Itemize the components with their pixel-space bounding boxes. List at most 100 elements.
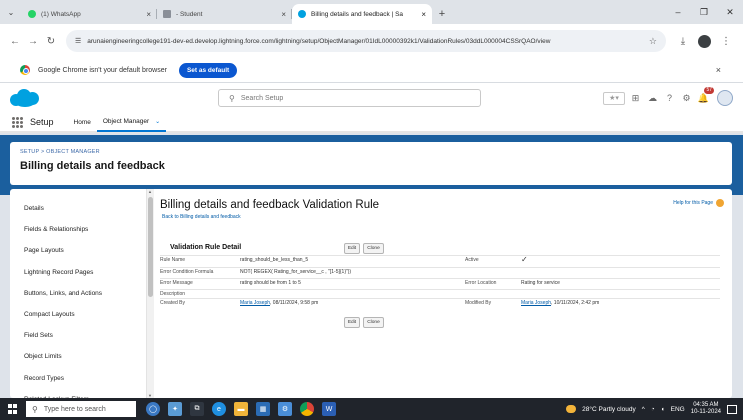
app-launcher-waffle-icon[interactable] xyxy=(12,116,23,128)
chevron-down-icon[interactable]: ⌄ xyxy=(155,118,160,125)
minimize-icon[interactable]: – xyxy=(665,7,691,17)
language-indicator[interactable]: ENG xyxy=(671,406,685,413)
divider xyxy=(160,255,720,256)
chrome-taskbar-icon[interactable] xyxy=(300,402,314,416)
close-tab-icon[interactable]: × xyxy=(281,10,286,19)
app-name: Setup xyxy=(30,117,54,127)
settings-app-icon[interactable]: ⚙ xyxy=(278,402,292,416)
sidebar-item-details[interactable]: Details xyxy=(10,198,146,219)
network-icon[interactable]: ◔ xyxy=(651,406,655,413)
help-icon[interactable] xyxy=(716,199,724,207)
created-by-user-link[interactable]: Maria Joseph xyxy=(240,300,270,306)
scrollbar-thumb[interactable] xyxy=(148,197,153,297)
student-favicon-icon xyxy=(163,10,171,18)
sidebar-scrollbar[interactable]: ▲ ▼ xyxy=(147,189,154,398)
address-bar: ← → ↻ ☰ arunaiengineeringcollege191-dev-… xyxy=(0,24,743,58)
taskbar-app-icons: ◯ ✦ ⧉ e ▬ ▦ ⚙ W xyxy=(146,402,336,416)
divider xyxy=(160,267,720,268)
weather-text[interactable]: 28°C Partly cloudy xyxy=(582,406,636,413)
sidebar-item-buttons-links-actions[interactable]: Buttons, Links, and Actions xyxy=(10,283,146,304)
nav-tab-object-manager[interactable]: Object Manager ⌄ xyxy=(96,112,167,132)
help-question-icon[interactable]: ? xyxy=(663,92,676,105)
store-icon[interactable]: ▦ xyxy=(256,402,270,416)
chrome-menu-icon[interactable]: ⋮ xyxy=(715,36,737,47)
scroll-up-arrow-icon[interactable]: ▲ xyxy=(148,189,152,194)
close-tab-icon[interactable]: × xyxy=(146,10,151,19)
volume-icon[interactable]: ◖ xyxy=(661,406,665,413)
setup-search-input[interactable]: ⚲ Search Setup xyxy=(218,89,481,107)
divider xyxy=(160,278,720,279)
search-placeholder: Search Setup xyxy=(240,94,284,102)
site-info-icon[interactable]: ☰ xyxy=(75,37,81,45)
windows-taskbar: ⚲ Type here to search ◯ ✦ ⧉ e ▬ ▦ ⚙ W 28… xyxy=(0,398,743,420)
browser-tab-strip: ⌄ (1) WhatsApp × - Student × Billing det… xyxy=(0,0,743,24)
browser-tab-billing[interactable]: Billing details and feedback | Sa × xyxy=(292,4,432,24)
tab-search-chevron-icon[interactable]: ⌄ xyxy=(0,0,22,24)
browser-tab-whatsapp[interactable]: (1) WhatsApp × xyxy=(22,4,157,24)
set-as-default-button[interactable]: Set as default xyxy=(178,62,238,78)
sidebar-item-page-layouts[interactable]: Page Layouts xyxy=(10,240,146,261)
weather-icon[interactable] xyxy=(566,405,577,413)
modified-by-user-link[interactable]: Maria Joseph xyxy=(521,300,551,306)
nav-tab-home[interactable]: Home xyxy=(68,112,97,132)
close-infobar-icon[interactable]: × xyxy=(716,65,721,75)
tray-overflow-chevron-icon[interactable]: ^ xyxy=(642,406,645,413)
clone-button-top[interactable]: Clone xyxy=(363,243,384,254)
search-icon: ⚲ xyxy=(32,404,38,414)
cortana-icon[interactable]: ◯ xyxy=(146,402,160,416)
reload-icon[interactable]: ↻ xyxy=(42,36,60,47)
forward-arrow-icon[interactable]: → xyxy=(24,36,42,47)
created-by-value: Maria Joseph, 08/11/2024, 9:58 pm xyxy=(240,300,318,306)
trailhead-icon[interactable]: ☁ xyxy=(646,92,659,105)
bookmark-star-icon[interactable]: ☆ xyxy=(649,36,657,47)
sidebar-item-field-sets[interactable]: Field Sets xyxy=(10,325,146,346)
setup-gear-icon[interactable]: ⚙ xyxy=(680,92,693,105)
setup-nav-bar: Setup Home Object Manager ⌄ xyxy=(0,113,743,133)
object-header: SETUP > OBJECT MANAGER Billing details a… xyxy=(10,142,732,185)
default-browser-infobar: Google Chrome isn't your default browser… xyxy=(0,58,743,83)
taskbar-search-input[interactable]: ⚲ Type here to search xyxy=(26,401,136,417)
edit-button-top[interactable]: Edit xyxy=(344,243,360,254)
sidebar-item-fields-relationships[interactable]: Fields & Relationships xyxy=(10,219,146,240)
file-explorer-icon[interactable]: ▬ xyxy=(234,402,248,416)
maximize-icon[interactable]: ❐ xyxy=(691,7,717,18)
new-tab-plus-icon[interactable]: + xyxy=(432,4,452,24)
help-for-this-page-link[interactable]: Help for this Page xyxy=(673,199,724,207)
notification-center-icon[interactable] xyxy=(727,404,737,414)
back-to-object-link[interactable]: Back to Billing details and feedback xyxy=(162,214,241,220)
salesforce-favicon-icon xyxy=(298,10,306,18)
close-tab-icon[interactable]: × xyxy=(421,10,426,19)
favorites-star-icon[interactable]: ★▾ xyxy=(603,91,625,105)
sidebar-item-related-lookup-filters[interactable]: Related Lookup Filters xyxy=(10,389,146,398)
back-arrow-icon[interactable]: ← xyxy=(6,36,24,47)
breadcrumb[interactable]: SETUP > OBJECT MANAGER xyxy=(20,149,722,155)
task-view-icon[interactable]: ⧉ xyxy=(190,402,204,416)
detail-row-audit: Created By Maria Joseph, 08/11/2024, 9:5… xyxy=(160,300,730,310)
profile-avatar-icon[interactable] xyxy=(698,34,711,48)
validation-rule-title: Billing details and feedback Validation … xyxy=(160,199,380,211)
sidebar-item-record-types[interactable]: Record Types xyxy=(10,368,146,389)
tab-label: (1) WhatsApp xyxy=(41,10,81,18)
notification-bell-icon[interactable]: 🔔 57 xyxy=(697,86,714,105)
url-omnibox[interactable]: ☰ arunaiengineeringcollege191-dev-ed.dev… xyxy=(66,30,666,52)
user-avatar[interactable] xyxy=(717,90,733,106)
sidebar-item-lightning-record-pages[interactable]: Lightning Record Pages xyxy=(10,262,146,283)
close-window-icon[interactable]: ✕ xyxy=(717,7,743,18)
error-location-label: Error Location xyxy=(465,280,497,286)
word-icon[interactable]: W xyxy=(322,402,336,416)
whatsapp-favicon-icon xyxy=(28,10,36,18)
browser-tab-student[interactable]: - Student × xyxy=(157,4,292,24)
download-icon[interactable]: ⤓ xyxy=(672,36,694,47)
windows-start-icon[interactable] xyxy=(8,404,18,414)
sidebar-item-object-limits[interactable]: Object Limits xyxy=(10,346,146,367)
salesforce-cloud-logo-icon[interactable] xyxy=(10,88,40,108)
clock[interactable]: 04:35 AM 10-11-2024 xyxy=(691,402,721,416)
widgets-icon[interactable]: ✦ xyxy=(168,402,182,416)
edit-button-bottom[interactable]: Edit xyxy=(344,317,360,328)
global-actions-plus-icon[interactable]: ⊞ xyxy=(629,92,642,105)
clone-button-bottom[interactable]: Clone xyxy=(363,317,384,328)
edge-browser-icon[interactable]: e xyxy=(212,402,226,416)
chrome-logo-icon xyxy=(20,65,30,75)
system-tray: 28°C Partly cloudy ^ ◔ ◖ ENG 04:35 AM 10… xyxy=(566,402,743,416)
sidebar-item-compact-layouts[interactable]: Compact Layouts xyxy=(10,304,146,325)
